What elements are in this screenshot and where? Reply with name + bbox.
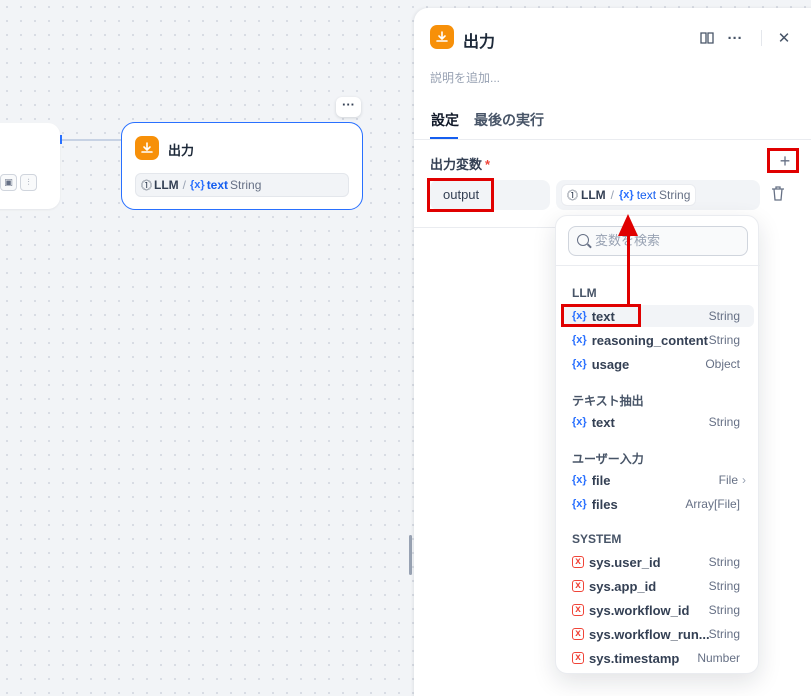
var-item-extract-text[interactable]: {x} text String [562,411,754,433]
variable-icon: {x} [572,416,587,428]
output-node-icon [135,136,159,160]
variable-value-selector[interactable]: ⓵ LLM / {x} text String [556,180,760,210]
var-item-llm-usage[interactable]: {x} usage Object [562,353,754,375]
variable-picker-dropdown: 変数を検索 LLM {x} text String {x} reasoning_… [555,215,760,674]
var-item-sys-workflow-run[interactable]: x sys.workflow_run... String [562,623,754,645]
var-item-files[interactable]: {x} files Array[File] [562,493,754,515]
system-variable-icon: x [572,580,584,592]
chevron-right-icon: › [742,473,746,487]
var-item-sys-user-id[interactable]: x sys.user_id String [562,551,754,573]
group-label-user-input: ユーザー入力 [572,452,644,466]
llm-node[interactable]: ▣ ⫶ [0,123,60,209]
var-item-file[interactable]: {x} file File › [562,469,754,491]
var-item-sys-workflow-id[interactable]: x sys.workflow_id String [562,599,754,621]
tab-settings[interactable]: 設定 [431,110,459,130]
selected-variable-chip: ⓵ LLM / {x} text String [561,184,697,206]
header-divider [761,30,762,46]
variable-icon: {x} [572,474,587,486]
annotation-arrow-head [618,214,638,236]
book-icon[interactable] [697,28,717,48]
system-variable-icon: x [572,652,584,664]
variable-icon: {x} [572,334,587,346]
search-icon [577,234,589,246]
variable-icon: {x} [572,358,587,370]
close-icon[interactable]: ✕ [774,28,794,48]
edge-handle[interactable] [60,135,62,144]
group-label-llm: LLM [572,286,597,300]
panel-resize-handle[interactable] [409,535,412,575]
annotation-arrow-shaft [627,234,630,305]
system-variable-icon: x [572,628,584,640]
connection-edge [60,139,122,141]
variable-icon: {x} [572,498,587,510]
dropdown-divider [556,265,760,266]
description-input[interactable]: 説明を追加... [430,69,500,86]
annotation-box-output [427,178,494,212]
llm-source-icon: ⓵ [567,190,578,202]
var-item-sys-timestamp[interactable]: x sys.timestamp Number [562,647,754,669]
output-node-icon [430,25,454,49]
panel-title[interactable]: 出力 [463,28,495,52]
delete-variable-icon[interactable] [771,186,785,204]
annotation-box-add [767,148,799,173]
system-variable-icon: x [572,556,584,568]
var-item-llm-reasoning-content[interactable]: {x} reasoning_content String [562,329,754,351]
var-item-sys-app-id[interactable]: x sys.app_id String [562,575,754,597]
tab-last-run[interactable]: 最後の実行 [474,110,544,130]
more-icon[interactable]: ··· [725,28,745,48]
tab-divider [414,139,811,140]
llm-source-icon: ⓵ [141,180,152,192]
group-label-system: SYSTEM [572,532,622,546]
system-variable-icon: x [572,604,584,616]
audio-icon: ⫶ [20,174,37,191]
image-icon: ▣ [0,174,17,191]
group-label-text-extraction: テキスト抽出 [572,394,644,408]
output-node-title: 出力 [168,143,195,158]
output-node-var-chip: ⓵ LLM / {x} text String [135,173,349,197]
output-variables-label: 出力変数 * [430,157,491,172]
variable-icon: {x} [619,189,634,201]
node-more-button[interactable]: ··· [336,97,361,117]
section-divider [414,227,556,228]
variable-icon: {x} [190,179,205,191]
workflow-canvas[interactable]: ▣ ⫶ ··· 出力 ⓵ LLM / {x} text String [0,0,414,696]
variable-search-input[interactable]: 変数を検索 [568,226,748,256]
annotation-box-text [561,304,641,327]
output-node[interactable]: 出力 ⓵ LLM / {x} text String [121,122,363,210]
